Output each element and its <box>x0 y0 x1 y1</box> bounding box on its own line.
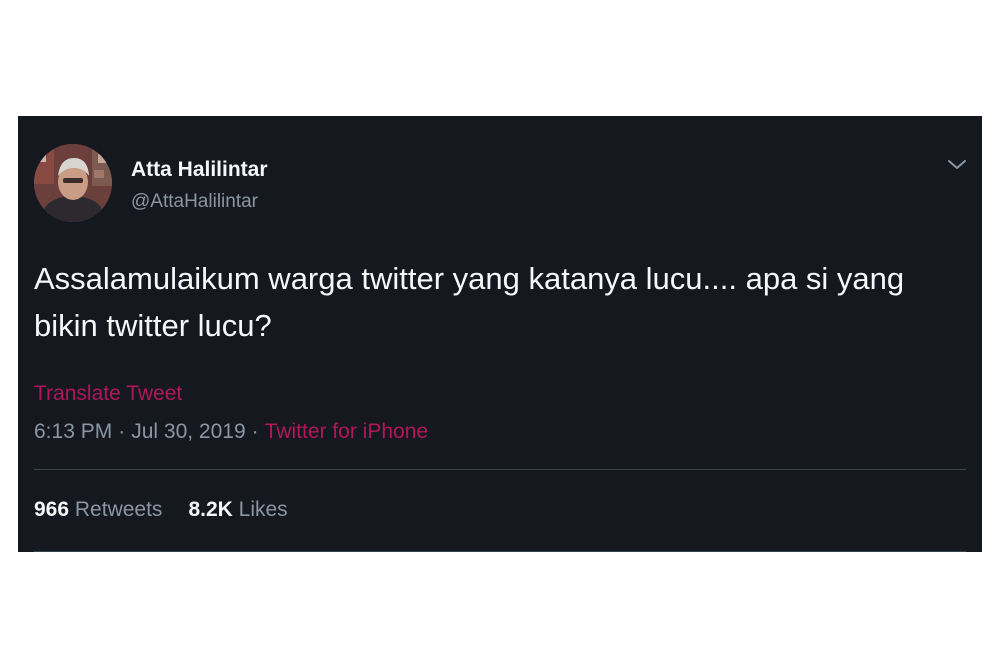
retweets-count: 966 <box>34 498 70 521</box>
likes-stat[interactable]: 8.2K Likes <box>188 498 287 521</box>
retweets-stat[interactable]: 966 Retweets <box>34 498 162 521</box>
tweet-text: Assalamulaikum warga twitter yang katany… <box>34 261 905 343</box>
meta-separator: · <box>118 420 126 443</box>
avatar-image <box>34 144 112 222</box>
divider <box>34 551 966 552</box>
author-name[interactable]: Atta Halilintar <box>131 158 268 182</box>
retweets-label: Retweets <box>74 498 163 521</box>
meta-separator: · <box>251 420 259 443</box>
tweet-time[interactable]: 6:13 PM <box>34 420 112 443</box>
tweet-stats: 966 Retweets 8.2K Likes <box>34 498 314 522</box>
tweet-card: Atta Halilintar @AttaHalilintar Assalamu… <box>18 116 982 552</box>
tweet-meta: 6:13 PM · Jul 30, 2019 · Twitter for iPhone <box>34 420 428 444</box>
author-handle[interactable]: @AttaHalilintar <box>131 191 258 213</box>
tweet-date[interactable]: Jul 30, 2019 <box>131 420 245 443</box>
avatar[interactable] <box>34 144 112 222</box>
divider <box>34 469 966 470</box>
likes-count: 8.2K <box>188 498 233 521</box>
translate-tweet-link[interactable]: Translate Tweet <box>34 382 182 406</box>
tweet-source[interactable]: Twitter for iPhone <box>265 420 428 443</box>
chevron-down-icon[interactable] <box>946 156 968 172</box>
likes-label: Likes <box>238 498 288 521</box>
